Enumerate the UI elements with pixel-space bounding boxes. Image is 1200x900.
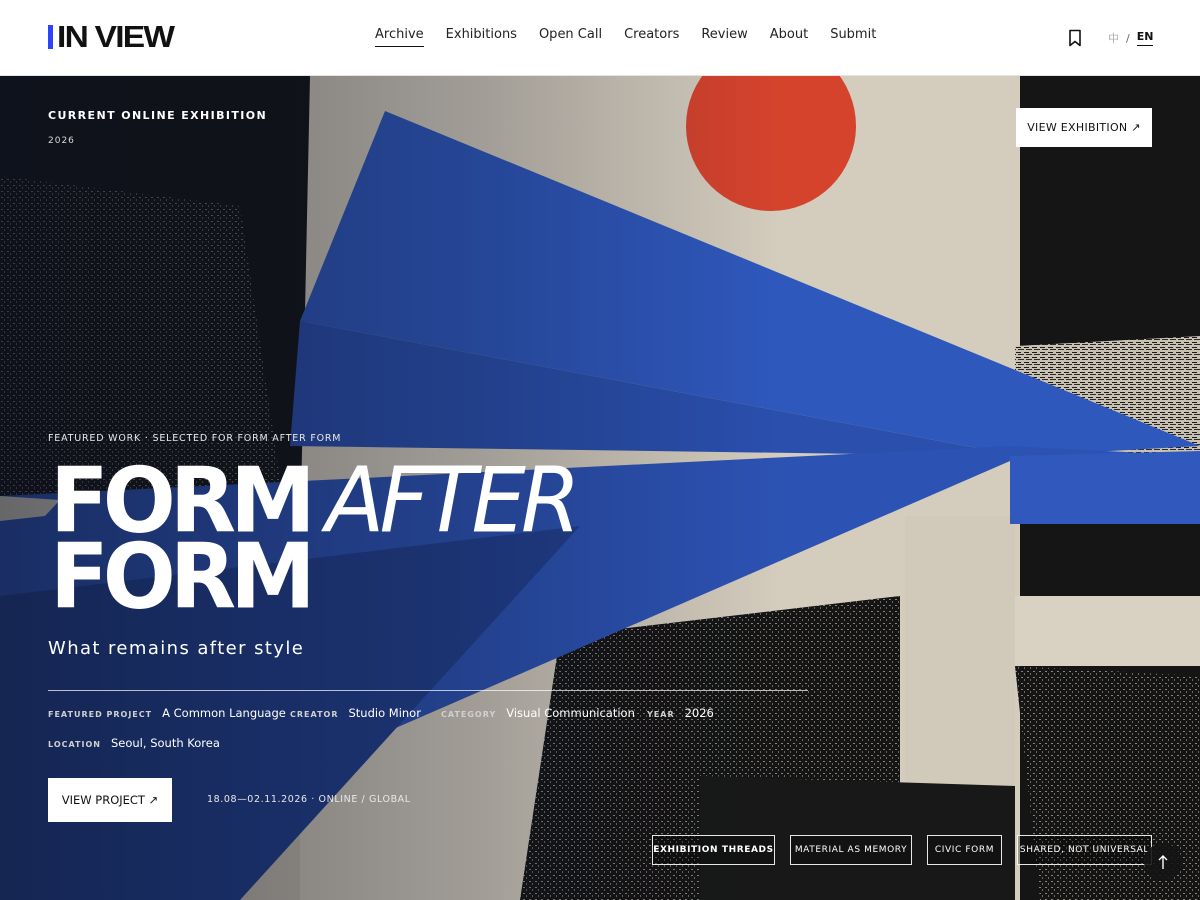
bookmark-icon[interactable] bbox=[1068, 29, 1082, 47]
meta-key-creator: CREATOR bbox=[290, 710, 339, 719]
lang-option-en[interactable]: EN bbox=[1136, 30, 1154, 46]
meta-key-category: CATEGORY bbox=[441, 710, 497, 719]
tag-civic-form[interactable]: CIVIC FORM bbox=[927, 835, 1002, 865]
logo-text: IN VIEW bbox=[57, 19, 175, 54]
meta-val-category: Visual Communication bbox=[506, 706, 635, 720]
meta-key-location: LOCATION bbox=[48, 740, 101, 749]
lang-separator: / bbox=[1126, 31, 1130, 45]
scroll-to-top-button[interactable] bbox=[1144, 843, 1182, 881]
tag-material-as-memory[interactable]: MATERIAL AS MEMORY bbox=[790, 835, 912, 865]
meta-category: CATEGORY Visual Communication bbox=[441, 706, 635, 720]
nav-item-review[interactable]: Review bbox=[701, 27, 747, 47]
exhibition-subtitle: What remains after style bbox=[48, 638, 305, 659]
view-exhibition-button[interactable]: VIEW EXHIBITION ↗ bbox=[1016, 108, 1152, 147]
nav-item-open-call[interactable]: Open Call bbox=[539, 27, 602, 47]
meta-featured-project: FEATURED PROJECT A Common Language bbox=[48, 706, 286, 720]
title-word-after: AFTER bbox=[325, 448, 581, 554]
nav-item-about[interactable]: About bbox=[770, 27, 808, 47]
logo-accent-bar bbox=[48, 25, 53, 49]
hero-section: CURRENT ONLINE EXHIBITION 2026 VIEW EXHI… bbox=[0, 76, 1200, 900]
meta-year: YEAR 2026 bbox=[647, 706, 714, 720]
exhibition-year: 2026 bbox=[48, 136, 75, 146]
nav-item-archive[interactable]: Archive bbox=[375, 27, 424, 47]
meta-val-year: 2026 bbox=[684, 706, 714, 720]
meta-val-location: Seoul, South Korea bbox=[110, 736, 220, 750]
tag-exhibition-threads[interactable]: EXHIBITION THREADS bbox=[652, 835, 775, 865]
meta-key-project: FEATURED PROJECT bbox=[48, 710, 153, 719]
language-switcher: 中 / EN bbox=[1108, 30, 1154, 46]
meta-divider bbox=[48, 690, 808, 691]
lang-option-zh[interactable]: 中 bbox=[1108, 30, 1119, 46]
nav-item-exhibitions[interactable]: Exhibitions bbox=[446, 27, 517, 47]
exhibition-dates: 18.08—02.11.2026 · ONLINE / GLOBAL bbox=[207, 794, 411, 805]
nav-item-submit[interactable]: Submit bbox=[830, 27, 876, 47]
meta-val-creator[interactable]: Studio Minor bbox=[348, 706, 420, 720]
featured-work-label: FEATURED WORK · SELECTED FOR FORM AFTER … bbox=[48, 433, 342, 444]
meta-key-year: YEAR bbox=[647, 710, 675, 719]
meta-val-project[interactable]: A Common Language bbox=[162, 706, 286, 720]
view-project-button[interactable]: VIEW PROJECT ↗ bbox=[48, 778, 172, 822]
exhibition-title-line2: FORM bbox=[50, 524, 316, 630]
nav-item-creators[interactable]: Creators bbox=[624, 27, 679, 47]
arrow-up-icon bbox=[1158, 855, 1168, 869]
tag-shared-not-universal[interactable]: SHARED, NOT UNIVERSAL bbox=[1017, 835, 1152, 865]
site-header: IN VIEW Archive Exhibitions Open Call Cr… bbox=[0, 0, 1200, 76]
meta-location: LOCATION Seoul, South Korea bbox=[48, 736, 220, 750]
exhibition-eyebrow: CURRENT ONLINE EXHIBITION bbox=[48, 109, 268, 122]
meta-creator: CREATOR Studio Minor bbox=[290, 706, 421, 720]
main-nav: Archive Exhibitions Open Call Creators R… bbox=[375, 27, 876, 47]
site-logo[interactable]: IN VIEW bbox=[48, 21, 175, 52]
